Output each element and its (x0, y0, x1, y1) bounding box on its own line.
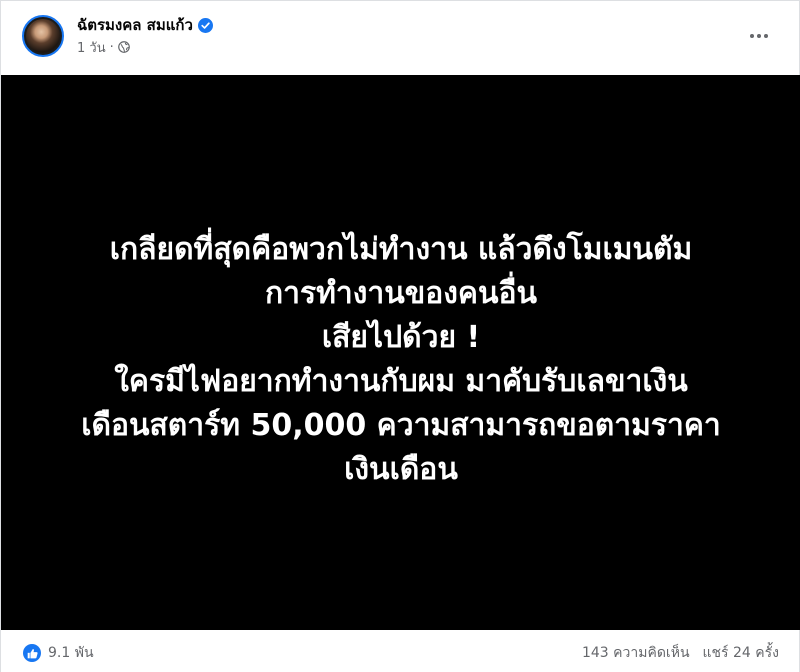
post-meta: 1 วัน · (77, 38, 130, 56)
post-timestamp[interactable]: 1 วัน (77, 37, 106, 58)
image-text-line: ใครมีไฟอยากทำงานกับผม มาคับรับเลขาเงิน (114, 364, 688, 399)
image-text-line: เงินเดือน (344, 452, 458, 487)
avatar-photo (26, 19, 60, 53)
comments-count-link[interactable]: 143 ความคิดเห็น (582, 642, 690, 664)
engagement-stats: 143 ความคิดเห็น แชร์ 24 ครั้ง (582, 642, 779, 664)
post-header: ฉัตรมงคล สมแก้ว 1 วัน · (1, 1, 799, 75)
reaction-count: 9.1 พัน (48, 645, 94, 661)
more-options-button[interactable] (741, 21, 777, 51)
author-name[interactable]: ฉัตรมงคล สมแก้ว (77, 13, 193, 37)
meta-separator: · (109, 39, 114, 55)
author-row: ฉัตรมงคล สมแก้ว (77, 14, 213, 36)
shares-count-link[interactable]: แชร์ 24 ครั้ง (703, 642, 779, 664)
like-icon (23, 644, 41, 662)
post-image[interactable]: เกลียดที่สุดคือพวกไม่ทำงาน แล้วดึงโมเมนต… (1, 75, 800, 630)
image-text-line: การทำงานของคนอื่น (264, 276, 538, 311)
image-text-line: เดือนสตาร์ท 50,000 ความสามารถขอตามราคา (81, 408, 721, 443)
verified-badge-icon (197, 17, 213, 33)
more-horizontal-icon (750, 34, 768, 38)
post-footer: 9.1 พัน 143 ความคิดเห็น แชร์ 24 ครั้ง (1, 630, 799, 672)
image-text-line: เกลียดที่สุดคือพวกไม่ทำงาน แล้วดึงโมเมนต… (109, 232, 693, 267)
image-text-line: เสียไปด้วย ! (321, 320, 481, 355)
globe-icon[interactable] (117, 41, 130, 53)
image-text-block: เกลียดที่สุดคือพวกไม่ทำงาน แล้วดึงโมเมนต… (21, 228, 781, 492)
author-avatar[interactable] (22, 15, 64, 57)
reactions-summary[interactable]: 9.1 พัน (23, 642, 94, 664)
facebook-post: ฉัตรมงคล สมแก้ว 1 วัน · เกลียดที่สุดคือพ… (0, 0, 800, 672)
